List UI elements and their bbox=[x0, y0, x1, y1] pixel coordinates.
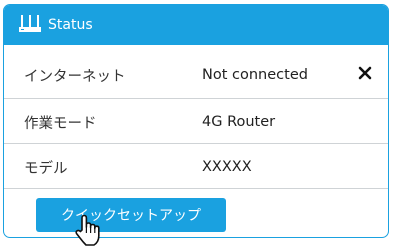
panel-title: Status bbox=[48, 17, 93, 33]
quick-setup-button[interactable]: クイックセットアップ bbox=[36, 198, 226, 232]
row-label-mode: 作業モード bbox=[24, 115, 97, 132]
close-icon[interactable] bbox=[358, 65, 372, 80]
status-row-model: モデル XXXXX bbox=[4, 145, 388, 189]
row-divider bbox=[4, 98, 388, 99]
row-divider bbox=[4, 188, 388, 189]
hand-pointer-icon bbox=[72, 214, 104, 248]
row-label-internet: インターネット bbox=[24, 68, 126, 85]
row-value-internet: Not connected bbox=[202, 67, 308, 83]
status-row-internet: インターネット Not connected bbox=[4, 53, 388, 97]
router-icon bbox=[18, 14, 42, 36]
status-row-mode: 作業モード 4G Router bbox=[4, 100, 388, 144]
panel-header: Status bbox=[4, 5, 388, 45]
row-value-mode: 4G Router bbox=[202, 114, 276, 130]
row-label-model: モデル bbox=[24, 160, 68, 177]
status-panel: Status インターネット Not connected 作業モード 4G Ro… bbox=[3, 4, 389, 238]
row-divider bbox=[4, 143, 388, 144]
row-value-model: XXXXX bbox=[202, 159, 252, 175]
